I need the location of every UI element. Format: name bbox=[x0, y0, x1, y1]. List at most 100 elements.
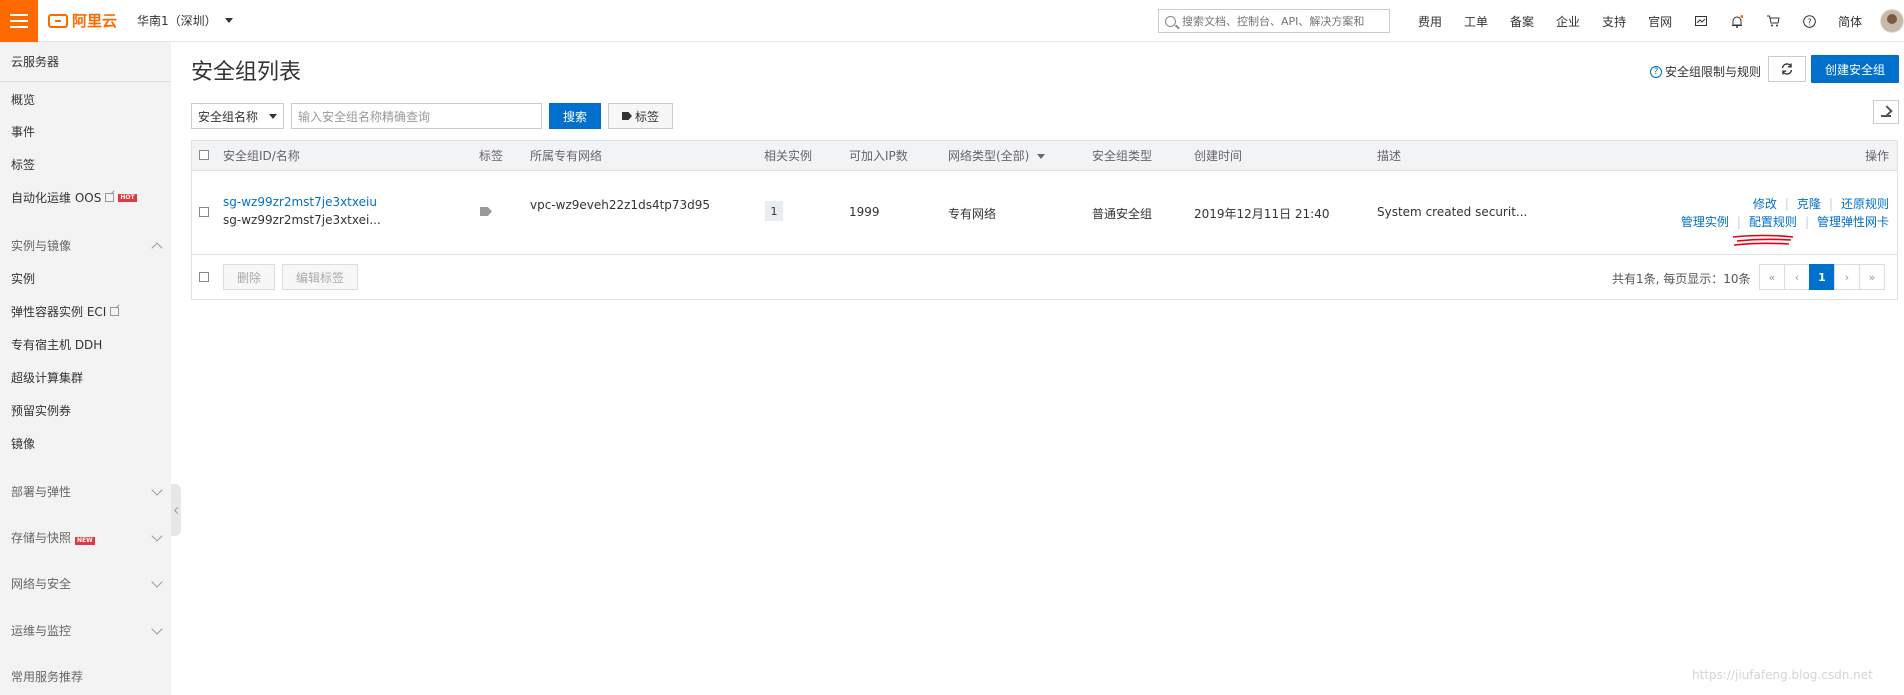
message-icon[interactable] bbox=[1694, 14, 1708, 28]
limits-rules-link[interactable]: ? 安全组限制与规则 bbox=[1650, 63, 1761, 80]
sidebar-group-deploy[interactable]: 部署与弹性 bbox=[11, 483, 163, 500]
col-sg-type: 安全组类型 bbox=[1092, 149, 1153, 163]
sidebar-group-instances[interactable]: 实例与镜像 bbox=[11, 237, 163, 254]
user-avatar[interactable] bbox=[1880, 9, 1904, 33]
tag-button-label: 标签 bbox=[634, 109, 659, 124]
manage-eni-link[interactable]: 管理弹性网卡 bbox=[1817, 213, 1889, 230]
sidebar-group-label: 部署与弹性 bbox=[11, 485, 72, 499]
sidebar-item-events[interactable]: 事件 bbox=[11, 123, 35, 140]
sidebar-item-instances[interactable]: 实例 bbox=[11, 270, 35, 287]
sidebar-item-images[interactable]: 镜像 bbox=[11, 435, 35, 452]
tag-icon[interactable] bbox=[480, 207, 492, 216]
sidebar-item-eci[interactable]: 弹性容器实例 ECI bbox=[11, 303, 120, 320]
region-selector[interactable]: 华南1（深圳） bbox=[137, 12, 233, 29]
export-button[interactable] bbox=[1873, 100, 1899, 124]
next-page-button[interactable]: › bbox=[1834, 264, 1860, 290]
sg-type: 普通安全组 bbox=[1092, 207, 1153, 221]
security-group-id-link[interactable]: sg-wz99zr2mst7je3xtxeiu bbox=[223, 195, 377, 209]
sidebar-item-ddh[interactable]: 专有宿主机 DDH bbox=[11, 336, 102, 353]
tag-filter-button[interactable]: 标签 bbox=[608, 103, 673, 129]
chevron-down-icon bbox=[269, 113, 277, 119]
nav-enterprise[interactable]: 企业 bbox=[1556, 13, 1580, 30]
sidebar-item-tags[interactable]: 标签 bbox=[11, 156, 35, 173]
col-actions: 操作 bbox=[1864, 149, 1889, 163]
separator: | bbox=[1828, 196, 1833, 211]
top-navbar: 阿里云 华南1（深圳） 费用 工单 备案 企业 支持 官网 ? 简体 bbox=[0, 0, 1904, 42]
security-group-name: sg-wz99zr2mst7je3xtxei... bbox=[223, 213, 381, 227]
filter-field-select[interactable]: 安全组名称 bbox=[191, 103, 284, 129]
question-icon: ? bbox=[1650, 65, 1662, 78]
nav-billing[interactable]: 费用 bbox=[1418, 13, 1442, 30]
manage-instances-link[interactable]: 管理实例 bbox=[1681, 213, 1729, 230]
chevron-down-icon bbox=[151, 529, 163, 542]
clone-link[interactable]: 克隆 bbox=[1797, 195, 1821, 212]
search-button[interactable]: 搜索 bbox=[549, 103, 601, 129]
language-switch[interactable]: 简体 bbox=[1838, 13, 1862, 30]
refresh-button[interactable] bbox=[1768, 56, 1806, 82]
delete-button[interactable]: 删除 bbox=[223, 264, 275, 290]
page-1-button[interactable]: 1 bbox=[1809, 264, 1835, 290]
footer-select-all-checkbox[interactable] bbox=[199, 272, 209, 282]
table-header: 安全组ID/名称 标签 所属专有网络 相关实例 可加入IP数 网络类型(全部) … bbox=[192, 141, 1897, 171]
nav-official-site[interactable]: 官网 bbox=[1648, 13, 1672, 30]
col-tags: 标签 bbox=[479, 149, 504, 163]
global-search[interactable] bbox=[1158, 9, 1390, 33]
sidebar-collapse-handle[interactable] bbox=[171, 484, 181, 536]
row-checkbox[interactable] bbox=[199, 207, 209, 217]
sidebar-group-storage[interactable]: 存储与快照 NEW bbox=[11, 529, 163, 546]
create-security-group-button[interactable]: 创建安全组 bbox=[1811, 55, 1899, 83]
modify-link[interactable]: 修改 bbox=[1753, 195, 1777, 212]
bell-icon[interactable] bbox=[1730, 14, 1744, 28]
watermark: https://jiufafeng.blog.csdn.net bbox=[1692, 668, 1873, 682]
sidebar-group-label: 实例与镜像 bbox=[11, 239, 72, 253]
sidebar-group-ops[interactable]: 运维与监控 bbox=[11, 622, 163, 639]
col-network-type[interactable]: 网络类型(全部) bbox=[948, 141, 1046, 171]
configure-rules-link[interactable]: 配置规则 bbox=[1749, 213, 1797, 230]
sidebar-group-network[interactable]: 网络与安全 bbox=[11, 575, 163, 592]
sidebar-item-label: 弹性容器实例 ECI bbox=[11, 305, 107, 319]
instance-count[interactable]: 1 bbox=[765, 201, 783, 221]
sidebar-item-scc[interactable]: 超级计算集群 bbox=[11, 369, 83, 386]
red-underline-annotation bbox=[1732, 234, 1794, 246]
prev-page-button[interactable]: ‹ bbox=[1784, 264, 1810, 290]
tag-icon bbox=[621, 112, 632, 120]
edit-tags-button[interactable]: 编辑标签 bbox=[282, 264, 358, 290]
first-page-button[interactable]: « bbox=[1759, 264, 1785, 290]
filter-input[interactable]: 输入安全组名称精确查询 bbox=[291, 103, 542, 129]
aliyun-logo[interactable]: 阿里云 bbox=[48, 10, 117, 31]
export-icon bbox=[1881, 107, 1891, 117]
sidebar-item-overview[interactable]: 概览 bbox=[11, 91, 35, 108]
sidebar-header[interactable]: 云服务器 bbox=[0, 42, 171, 82]
pagination: « ‹ 1 › » bbox=[1759, 264, 1885, 290]
security-group-table: 安全组ID/名称 标签 所属专有网络 相关实例 可加入IP数 网络类型(全部) … bbox=[191, 140, 1898, 300]
chevron-left-icon bbox=[173, 506, 181, 514]
table-row: sg-wz99zr2mst7je3xtxeiu sg-wz99zr2mst7je… bbox=[192, 171, 1897, 255]
search-icon bbox=[1165, 15, 1176, 27]
separator: | bbox=[1804, 214, 1809, 229]
col-network-type-label: 网络类型(全部) bbox=[948, 149, 1030, 163]
nav-icp[interactable]: 备案 bbox=[1510, 13, 1534, 30]
sidebar-group-label: 网络与安全 bbox=[11, 577, 72, 591]
sidebar-recommended[interactable]: 常用服务推荐 bbox=[11, 668, 83, 685]
sidebar-item-reserved[interactable]: 预留实例券 bbox=[11, 402, 71, 419]
separator: | bbox=[1736, 214, 1741, 229]
logo-text: 阿里云 bbox=[72, 12, 118, 30]
restore-rules-link[interactable]: 还原规则 bbox=[1841, 195, 1889, 212]
ip-count: 1999 bbox=[849, 205, 880, 219]
new-badge: NEW bbox=[75, 537, 95, 545]
global-search-input[interactable] bbox=[1182, 14, 1382, 28]
select-all-checkbox[interactable] bbox=[199, 150, 209, 160]
sidebar-group-label-wrap: 存储与快照 NEW bbox=[11, 529, 95, 546]
chevron-up-icon bbox=[151, 241, 163, 254]
sidebar-item-oos[interactable]: 自动化运维 OOS HOT bbox=[11, 189, 137, 206]
cart-icon[interactable] bbox=[1766, 14, 1780, 28]
hamburger-menu-icon[interactable] bbox=[0, 0, 38, 42]
nav-support[interactable]: 支持 bbox=[1602, 13, 1626, 30]
chevron-down-icon bbox=[151, 575, 163, 588]
limits-rules-label: 安全组限制与规则 bbox=[1665, 65, 1762, 79]
last-page-button[interactable]: » bbox=[1859, 264, 1885, 290]
nav-tickets[interactable]: 工单 bbox=[1464, 13, 1488, 30]
help-icon[interactable]: ? bbox=[1802, 14, 1816, 28]
page-title: 安全组列表 bbox=[191, 60, 302, 85]
col-ip-count: 可加入IP数 bbox=[849, 149, 908, 163]
